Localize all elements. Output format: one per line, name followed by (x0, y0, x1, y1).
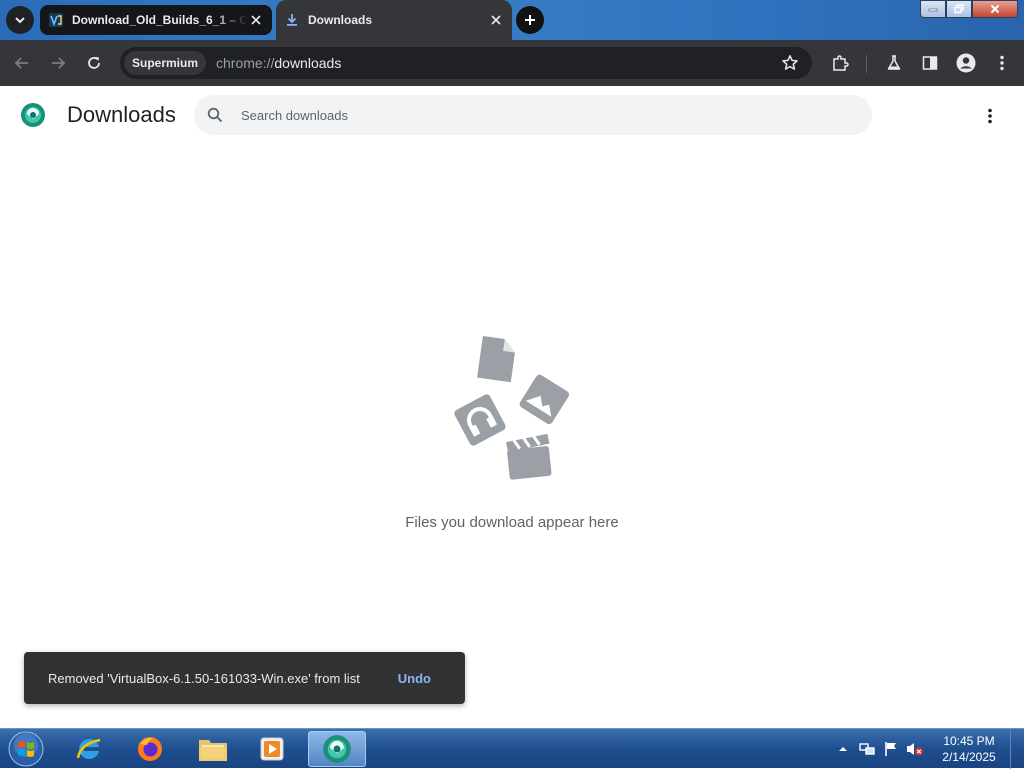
plus-icon (525, 15, 535, 25)
reload-icon (88, 57, 100, 69)
system-clock[interactable]: 10:45 PM 2/14/2025 (934, 733, 1004, 765)
side-panel-icon (922, 56, 938, 70)
video-icon (506, 433, 552, 480)
star-icon (782, 55, 798, 70)
document-icon (477, 336, 515, 383)
downloads-menu-button[interactable] (978, 104, 1002, 128)
title-bar: Download_Old_Builds_6_1 – Oracle VM Virt… (0, 0, 1024, 40)
virtualbox-favicon-icon (48, 12, 64, 28)
firefox-icon (138, 737, 162, 761)
empty-downloads-illustration-icon (454, 336, 569, 480)
chevron-down-icon (15, 17, 25, 24)
action-center-button[interactable] (882, 740, 900, 758)
tab-search-button[interactable] (6, 6, 34, 34)
more-vertical-icon (988, 108, 992, 124)
restore-icon (954, 4, 964, 14)
restore-button[interactable] (946, 0, 972, 18)
audio-icon (454, 394, 506, 446)
close-icon (990, 4, 1000, 14)
windows-taskbar: 10:45 PM 2/14/2025 (0, 728, 1024, 769)
more-vertical-icon (1000, 55, 1004, 71)
toolbar-separator (866, 55, 867, 73)
supermium-logo-icon (21, 103, 45, 127)
system-tray: 10:45 PM 2/14/2025 (828, 729, 1024, 769)
volume-button[interactable] (906, 740, 924, 758)
taskbar-firefox[interactable] (123, 731, 177, 767)
show-hidden-icons-button[interactable] (834, 740, 852, 758)
clock-date: 2/14/2025 (942, 750, 996, 764)
toast-message: Removed 'VirtualBox-6.1.50-161033-Win.ex… (48, 670, 360, 686)
forward-button[interactable] (44, 49, 72, 77)
internet-explorer-icon (76, 738, 101, 759)
network-icon-button[interactable] (858, 740, 876, 758)
tab-close-icon[interactable] (248, 12, 264, 28)
folder-icon (199, 740, 227, 761)
taskbar-internet-explorer[interactable] (62, 731, 116, 767)
tab-virtualbox[interactable]: Download_Old_Builds_6_1 – Oracle VM Virt… (40, 5, 272, 35)
labs-button[interactable] (880, 49, 908, 77)
back-button[interactable] (8, 49, 36, 77)
window-controls (920, 0, 1018, 18)
tab-close-icon[interactable] (488, 12, 504, 28)
browser-menu-button[interactable] (988, 49, 1016, 77)
browser-toolbar: Supermium chrome://downloads (0, 40, 1024, 86)
account-icon (956, 53, 976, 73)
show-desktop-button[interactable] (1010, 729, 1024, 769)
url-scheme: chrome:// (216, 55, 275, 71)
download-favicon-icon (284, 12, 300, 28)
search-icon (206, 106, 224, 124)
close-window-button[interactable] (972, 0, 1018, 18)
flask-icon (887, 55, 901, 70)
start-button[interactable] (6, 730, 46, 768)
undo-button[interactable]: Undo (398, 671, 431, 686)
image-icon (519, 374, 569, 425)
tab-title: Download_Old_Builds_6_1 – Oracle VM Virt… (72, 13, 248, 27)
puzzle-icon (833, 55, 849, 71)
reload-button[interactable] (80, 49, 108, 77)
volume-muted-icon (907, 743, 923, 756)
minimize-button[interactable] (920, 0, 946, 18)
extensions-button[interactable] (826, 49, 854, 77)
url-text[interactable]: chrome://downloads (216, 55, 341, 71)
supermium-icon (323, 735, 351, 763)
browser-name-chip[interactable]: Supermium (124, 51, 207, 75)
new-tab-button[interactable] (516, 6, 544, 34)
network-icon (859, 743, 875, 755)
arrow-left-icon (14, 57, 28, 69)
downloads-header: Downloads (0, 86, 1024, 144)
media-player-icon (260, 737, 284, 761)
windows-start-orb-icon (8, 731, 44, 767)
search-input[interactable] (239, 106, 839, 124)
minimize-icon (928, 8, 938, 12)
taskbar-media-player[interactable] (245, 731, 299, 767)
chevron-up-icon (839, 747, 847, 751)
taskbar-supermium[interactable] (308, 731, 366, 767)
search-box[interactable] (194, 95, 872, 135)
side-panel-button[interactable] (916, 49, 944, 77)
page-title: Downloads (67, 102, 176, 127)
flag-icon (885, 742, 896, 756)
url-path: downloads (274, 55, 342, 71)
tab-title: Downloads (308, 13, 373, 27)
address-bar[interactable]: Supermium chrome://downloads (120, 47, 812, 79)
arrow-right-icon (52, 57, 66, 69)
empty-state-message: Files you download appear here (405, 514, 619, 531)
tab-downloads[interactable]: Downloads (276, 0, 512, 40)
profile-button[interactable] (952, 49, 980, 77)
taskbar-file-explorer[interactable] (186, 731, 240, 767)
toast-notification: Removed 'VirtualBox-6.1.50-161033-Win.ex… (24, 652, 465, 704)
clock-time: 10:45 PM (943, 734, 995, 748)
bookmark-star-button[interactable] (778, 51, 802, 75)
